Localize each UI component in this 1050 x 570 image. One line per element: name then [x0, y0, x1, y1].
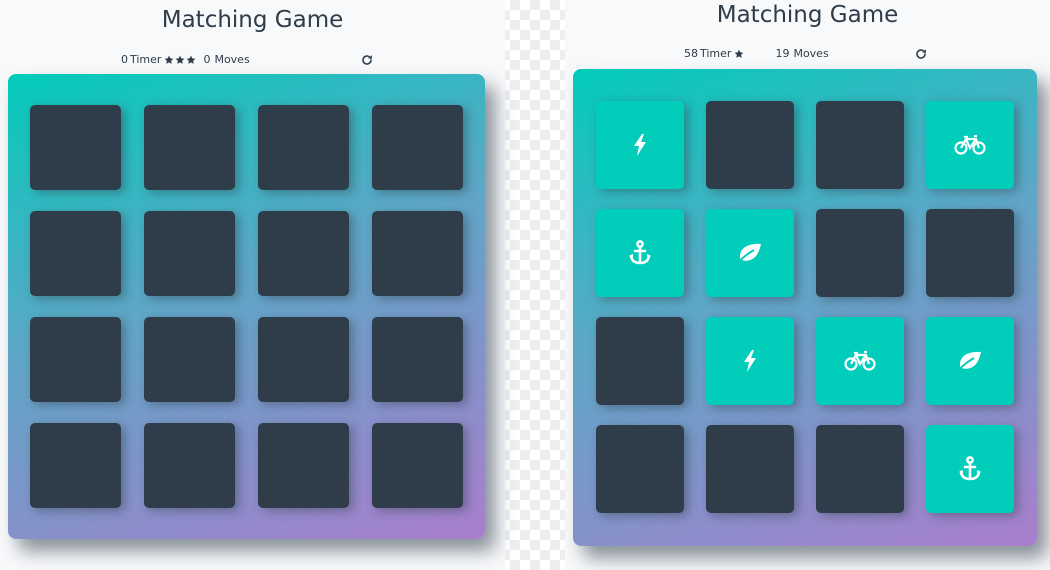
score-panel: 58 Timer 19 Moves [684, 47, 829, 60]
star-rating [734, 49, 745, 59]
star-icon [164, 55, 174, 65]
card[interactable] [372, 423, 463, 508]
card[interactable] [144, 105, 235, 190]
bicycle-icon [954, 135, 986, 155]
page-title: Matching Game [716, 2, 899, 28]
moves-value: 0 [203, 53, 211, 66]
card[interactable] [596, 101, 684, 189]
card[interactable] [372, 317, 463, 402]
game-panel-left: Matching Game 0 Timer 0 Moves [0, 0, 505, 570]
card[interactable] [596, 317, 684, 405]
page-title: Matching Game [161, 7, 344, 33]
card[interactable] [144, 211, 235, 296]
leaf-icon [737, 243, 763, 263]
card[interactable] [926, 209, 1014, 297]
game-panel-right: Matching Game 58 Timer 19 Moves [565, 0, 1050, 570]
card[interactable] [258, 423, 349, 508]
card[interactable] [258, 105, 349, 190]
card-deck [573, 69, 1037, 546]
card[interactable] [372, 211, 463, 296]
card[interactable] [596, 425, 684, 513]
card[interactable] [706, 101, 794, 189]
card[interactable] [816, 101, 904, 189]
card[interactable] [30, 317, 121, 402]
card[interactable] [706, 209, 794, 297]
star-icon [186, 55, 196, 65]
bicycle-icon [844, 351, 876, 371]
card[interactable] [258, 211, 349, 296]
card[interactable] [258, 317, 349, 402]
anchor-icon [958, 456, 982, 482]
score-panel: 0 Timer 0 Moves [121, 53, 250, 66]
anchor-icon [628, 240, 652, 266]
restart-icon[interactable] [361, 54, 373, 66]
star-icon [175, 55, 185, 65]
bolt-icon [743, 350, 757, 372]
timer-value: 0 [121, 53, 128, 66]
timer-label: Timer [700, 47, 732, 60]
timer-label: Timer [130, 53, 162, 66]
card[interactable] [926, 101, 1014, 189]
moves-label: Moves [793, 47, 829, 60]
bolt-icon [633, 134, 647, 156]
card[interactable] [816, 425, 904, 513]
moves-value: 19 [775, 47, 790, 60]
leaf-icon [957, 351, 983, 371]
card[interactable] [596, 209, 684, 297]
moves-label: Moves [214, 53, 250, 66]
card[interactable] [926, 317, 1014, 405]
star-icon [734, 49, 744, 59]
card[interactable] [30, 105, 121, 190]
star-rating [164, 55, 197, 65]
card-deck [8, 74, 485, 539]
card[interactable] [706, 425, 794, 513]
card[interactable] [144, 423, 235, 508]
card[interactable] [372, 105, 463, 190]
card[interactable] [30, 423, 121, 508]
card[interactable] [926, 425, 1014, 513]
card[interactable] [816, 317, 904, 405]
card[interactable] [816, 209, 904, 297]
card[interactable] [144, 317, 235, 402]
restart-icon[interactable] [915, 48, 927, 60]
card[interactable] [30, 211, 121, 296]
timer-value: 58 [684, 47, 698, 60]
card[interactable] [706, 317, 794, 405]
